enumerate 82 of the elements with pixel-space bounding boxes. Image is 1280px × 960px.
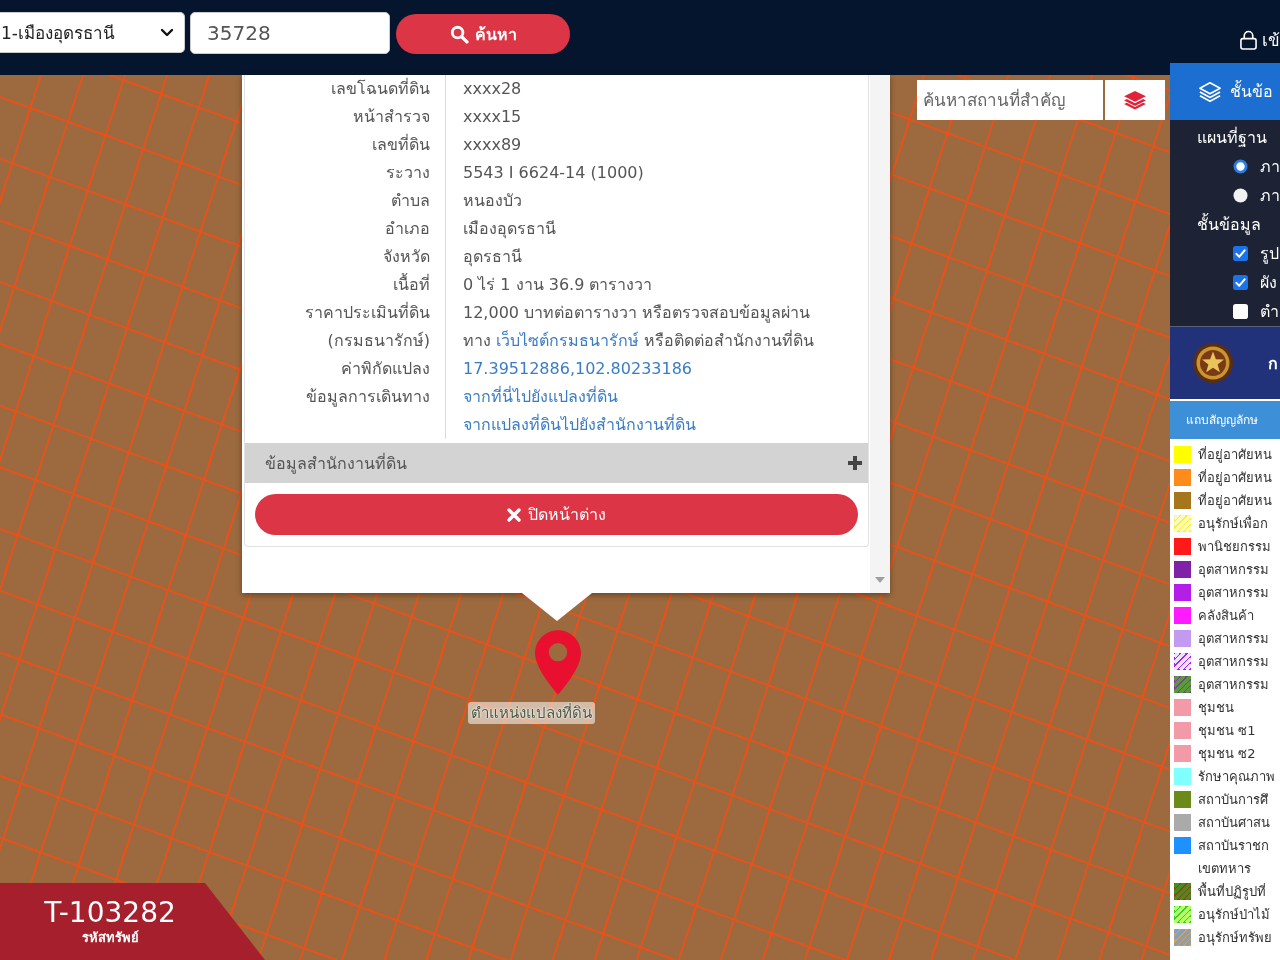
field-value: อุดรธานี bbox=[463, 247, 522, 266]
field-label: ตำบล bbox=[391, 191, 430, 210]
field-label: ราคาประเมินที่ดิน (กรมธนารักษ์) bbox=[305, 303, 430, 350]
layer-toggle-button[interactable] bbox=[1105, 80, 1165, 120]
search-button[interactable]: ค้นหา bbox=[396, 14, 570, 54]
layer-option-label: ตำ bbox=[1260, 301, 1279, 323]
legend-label: อนุรักษ์เพื่อก bbox=[1198, 514, 1268, 534]
field-label: ระวาง bbox=[386, 163, 430, 182]
legend-label: ที่อยู่อาศัยหน bbox=[1198, 491, 1272, 511]
field-value: 5543 I 6624-14 (1000) bbox=[463, 163, 644, 182]
legend-label: รักษาคุณภาพ bbox=[1198, 768, 1275, 787]
legend-label: อนุรักษ์ทรัพย bbox=[1198, 929, 1272, 948]
listing-code-caption: รหัสทรัพย์ bbox=[81, 928, 139, 947]
scrollbar[interactable] bbox=[870, 75, 890, 593]
basemap-option-label: ภา bbox=[1260, 185, 1280, 207]
field-label: อำเภอ bbox=[385, 219, 430, 238]
layer-panel-title: ชั้นข้อ bbox=[1230, 79, 1273, 103]
field-label: ค่าพิกัดแปลง bbox=[341, 359, 430, 378]
treasury-website-link[interactable]: เว็บไซต์กรมธนารักษ์ bbox=[496, 331, 640, 350]
field-label: หน้าสำรวจ bbox=[353, 107, 430, 126]
field-value: xxxx28 bbox=[463, 79, 522, 98]
layers-heading: ชั้นข้อมูล bbox=[1196, 212, 1262, 237]
listing-code: T-103282 bbox=[44, 896, 176, 929]
district-select[interactable]: 1-เมืองอุดรธานี bbox=[0, 12, 185, 53]
legend-label: ที่อยู่อาศัยหน bbox=[1198, 468, 1272, 488]
legend-header: แถบสัญญลักษ bbox=[1170, 401, 1280, 439]
field-value: xxxx15 bbox=[463, 107, 522, 126]
checkbox[interactable] bbox=[1233, 246, 1248, 261]
coordinates-link[interactable]: 17.39512886,102.80233186 bbox=[463, 359, 693, 378]
place-search-field[interactable]: ค้นหาสถานที่สำคัญ bbox=[917, 80, 1103, 120]
radio-button[interactable] bbox=[1233, 188, 1248, 203]
price-note: 12,000 บาทต่อตารางวา หรือตรวจสอบข้อมูลผ่าน ทาง เว็บไซต์กรมธนารักษ์ หรือติดต่อสำนักงานที่ดิน bbox=[463, 303, 815, 350]
checkbox[interactable] bbox=[1233, 275, 1248, 290]
field-value: หนองบัว bbox=[463, 191, 522, 210]
legend-label: อุตสาหกรรม bbox=[1198, 584, 1269, 603]
legend-label: ชุมชน bbox=[1198, 699, 1234, 718]
legend-label: เขตทหาร bbox=[1198, 860, 1251, 878]
field-label: เลขโฉนดที่ดิน bbox=[331, 79, 430, 98]
layer-option-label: ผัง bbox=[1260, 272, 1277, 294]
basemap-option-label: ภา bbox=[1260, 156, 1280, 178]
legend-label: สถาบันการศึ bbox=[1198, 791, 1268, 809]
map-pin-icon bbox=[535, 630, 581, 695]
parcel-number-field[interactable]: 35728 bbox=[190, 12, 390, 54]
legend-label: คลังสินค้า bbox=[1198, 607, 1254, 625]
basemap-heading: แผนที่ฐาน bbox=[1196, 126, 1268, 149]
checkbox[interactable] bbox=[1233, 304, 1248, 319]
directions-link[interactable]: จากแปลงที่ดินไปยังสำนักงานที่ดิน bbox=[463, 415, 696, 434]
legend-label: ชุมชน ซ2 bbox=[1198, 745, 1256, 764]
office-info-toggle[interactable]: ข้อมูลสำนักงานที่ดิน bbox=[245, 443, 868, 483]
close-popup-button[interactable]: ปิดหน้าต่าง bbox=[255, 494, 858, 535]
legend-label: พื้นที่ปฏิรูปที่ bbox=[1198, 881, 1266, 902]
agency-name: ก bbox=[1268, 352, 1278, 375]
parcel-location-label: ตำแหน่งแปลงที่ดิน bbox=[468, 702, 595, 724]
legend-label: ที่อยู่อาศัยหน bbox=[1198, 445, 1272, 465]
field-value: 0 ไร่ 1 งาน 36.9 ตารางวา bbox=[463, 275, 653, 294]
lock-icon bbox=[1240, 29, 1257, 50]
field-label: เลขที่ดิน bbox=[372, 135, 430, 154]
legend-label: พานิชยกรรม bbox=[1198, 538, 1271, 556]
directions-link[interactable]: จากที่นี่ไปยังแปลงที่ดิน bbox=[463, 387, 618, 406]
legend-label: สถาบันศาสน bbox=[1198, 814, 1270, 832]
legend-label: อุตสาหกรรม bbox=[1198, 561, 1269, 580]
legend-label: อนุรักษ์ป่าไม้ bbox=[1198, 906, 1270, 925]
scroll-down-arrow-icon bbox=[875, 577, 885, 583]
close-icon bbox=[507, 507, 521, 522]
field-value: xxxx89 bbox=[463, 135, 522, 154]
layers-icon bbox=[1198, 80, 1222, 103]
legend-label: ชุมชน ซ1 bbox=[1198, 722, 1256, 741]
legend-label: อุตสาหกรรม bbox=[1198, 653, 1269, 672]
chevron-down-icon bbox=[160, 27, 174, 38]
field-label: ข้อมูลการเดินทาง bbox=[306, 387, 430, 406]
field-label: เนื้อที่ bbox=[393, 275, 430, 294]
layer-option-label: รูป bbox=[1260, 243, 1279, 266]
search-icon bbox=[449, 24, 469, 44]
seal-icon bbox=[1193, 343, 1233, 383]
layers-icon bbox=[1123, 90, 1147, 110]
radio-button[interactable] bbox=[1233, 159, 1248, 174]
legend-label: อุตสาหกรรม bbox=[1198, 630, 1269, 649]
legend-label: อุตสาหกรรม bbox=[1198, 676, 1269, 695]
legend-label: สถาบันราชก bbox=[1198, 837, 1269, 855]
login-link[interactable]: เข้ bbox=[1240, 26, 1280, 53]
field-label: จังหวัด bbox=[383, 247, 430, 266]
field-value: เมืองอุดรธานี bbox=[463, 219, 556, 238]
